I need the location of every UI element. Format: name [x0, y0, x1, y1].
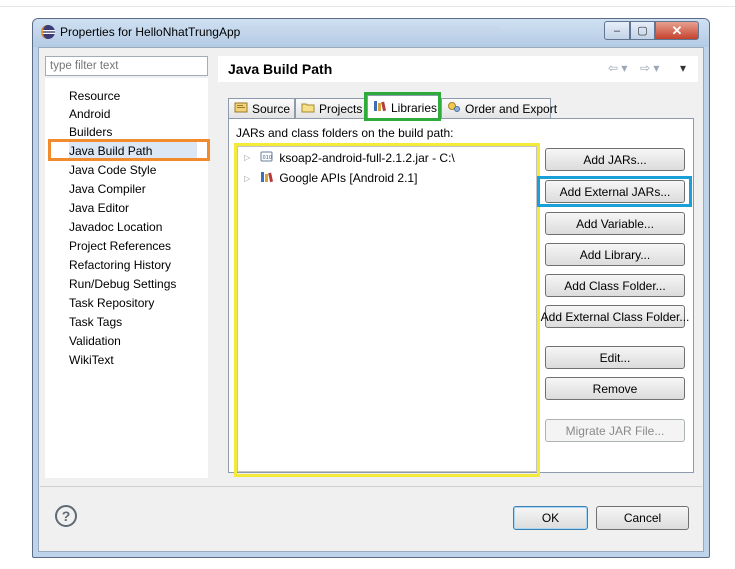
tab-order-label: Order and Export: [465, 101, 558, 116]
splitter[interactable]: [212, 56, 216, 476]
nav-item-run-debug-settings[interactable]: Run/Debug Settings: [69, 276, 176, 292]
nav-item-task-tags[interactable]: Task Tags: [69, 314, 122, 330]
nav-highlight-box: [48, 139, 210, 161]
edit-button[interactable]: Edit...: [545, 346, 685, 369]
maximize-icon: ▢: [637, 25, 648, 37]
close-icon: ✕: [671, 22, 683, 38]
nav-item-resource[interactable]: Resource: [69, 88, 120, 104]
tab-source-label: Source: [252, 101, 291, 116]
ok-button[interactable]: OK: [513, 506, 588, 530]
remove-button[interactable]: Remove: [545, 377, 685, 400]
page-title: Java Build Path: [228, 61, 333, 77]
cancel-button[interactable]: Cancel: [596, 506, 689, 530]
tab-source[interactable]: Source: [228, 98, 295, 118]
nav-item-java-compiler[interactable]: Java Compiler: [69, 181, 146, 197]
add-jars-button[interactable]: Add JARs...: [545, 148, 685, 171]
nav-item-java-code-style[interactable]: Java Code Style: [69, 162, 156, 178]
libraries-highlight-box: [234, 143, 540, 477]
top-divider: [0, 6, 735, 7]
title-bar-blur: [240, 26, 500, 34]
minimize-button[interactable]: ‒: [604, 21, 630, 40]
forward-icon[interactable]: ⇨ ▾: [640, 61, 659, 75]
nav-item-validation[interactable]: Validation: [69, 333, 121, 349]
back-icon[interactable]: ⇦ ▾: [608, 61, 627, 75]
source-icon: [234, 101, 248, 116]
footer-separator: [40, 486, 702, 487]
window-title: Properties for HelloNhatTrungApp: [60, 25, 241, 39]
tab-order-and-export[interactable]: Order and Export: [441, 98, 557, 118]
button-highlight-box: [537, 176, 692, 207]
nav-item-builders[interactable]: Builders: [69, 124, 112, 140]
maximize-button[interactable]: ▢: [630, 21, 655, 40]
help-icon[interactable]: ?: [55, 505, 77, 527]
order-export-icon: [447, 101, 461, 116]
nav-item-refactoring-history[interactable]: Refactoring History: [69, 257, 171, 273]
projects-icon: [301, 101, 315, 116]
nav-item-java-editor[interactable]: Java Editor: [69, 200, 129, 216]
eclipse-icon: [40, 24, 56, 43]
view-menu-icon[interactable]: ▾: [680, 61, 686, 75]
nav-item-javadoc-location[interactable]: Javadoc Location: [69, 219, 162, 235]
nav-item-android[interactable]: Android: [69, 106, 110, 122]
tab-projects[interactable]: Projects: [295, 98, 365, 118]
nav-item-project-references[interactable]: Project References: [69, 238, 171, 254]
nav-item-task-repository[interactable]: Task Repository: [69, 295, 154, 311]
add-external-class-folder-button[interactable]: Add External Class Folder...: [541, 305, 689, 328]
filter-input[interactable]: [45, 56, 208, 76]
migrate-jar-button: Migrate JAR File...: [545, 419, 685, 442]
add-class-folder-button[interactable]: Add Class Folder...: [545, 274, 685, 297]
add-library-button[interactable]: Add Library...: [545, 243, 685, 266]
minimize-icon: ‒: [613, 24, 621, 37]
close-button[interactable]: ✕: [655, 21, 699, 40]
tab-projects-label: Projects: [319, 101, 363, 116]
nav-item-wikitext[interactable]: WikiText: [69, 352, 114, 368]
build-path-label: JARs and class folders on the build path…: [236, 126, 454, 140]
tab-highlight-box: [364, 92, 441, 121]
add-variable-button[interactable]: Add Variable...: [545, 212, 685, 235]
